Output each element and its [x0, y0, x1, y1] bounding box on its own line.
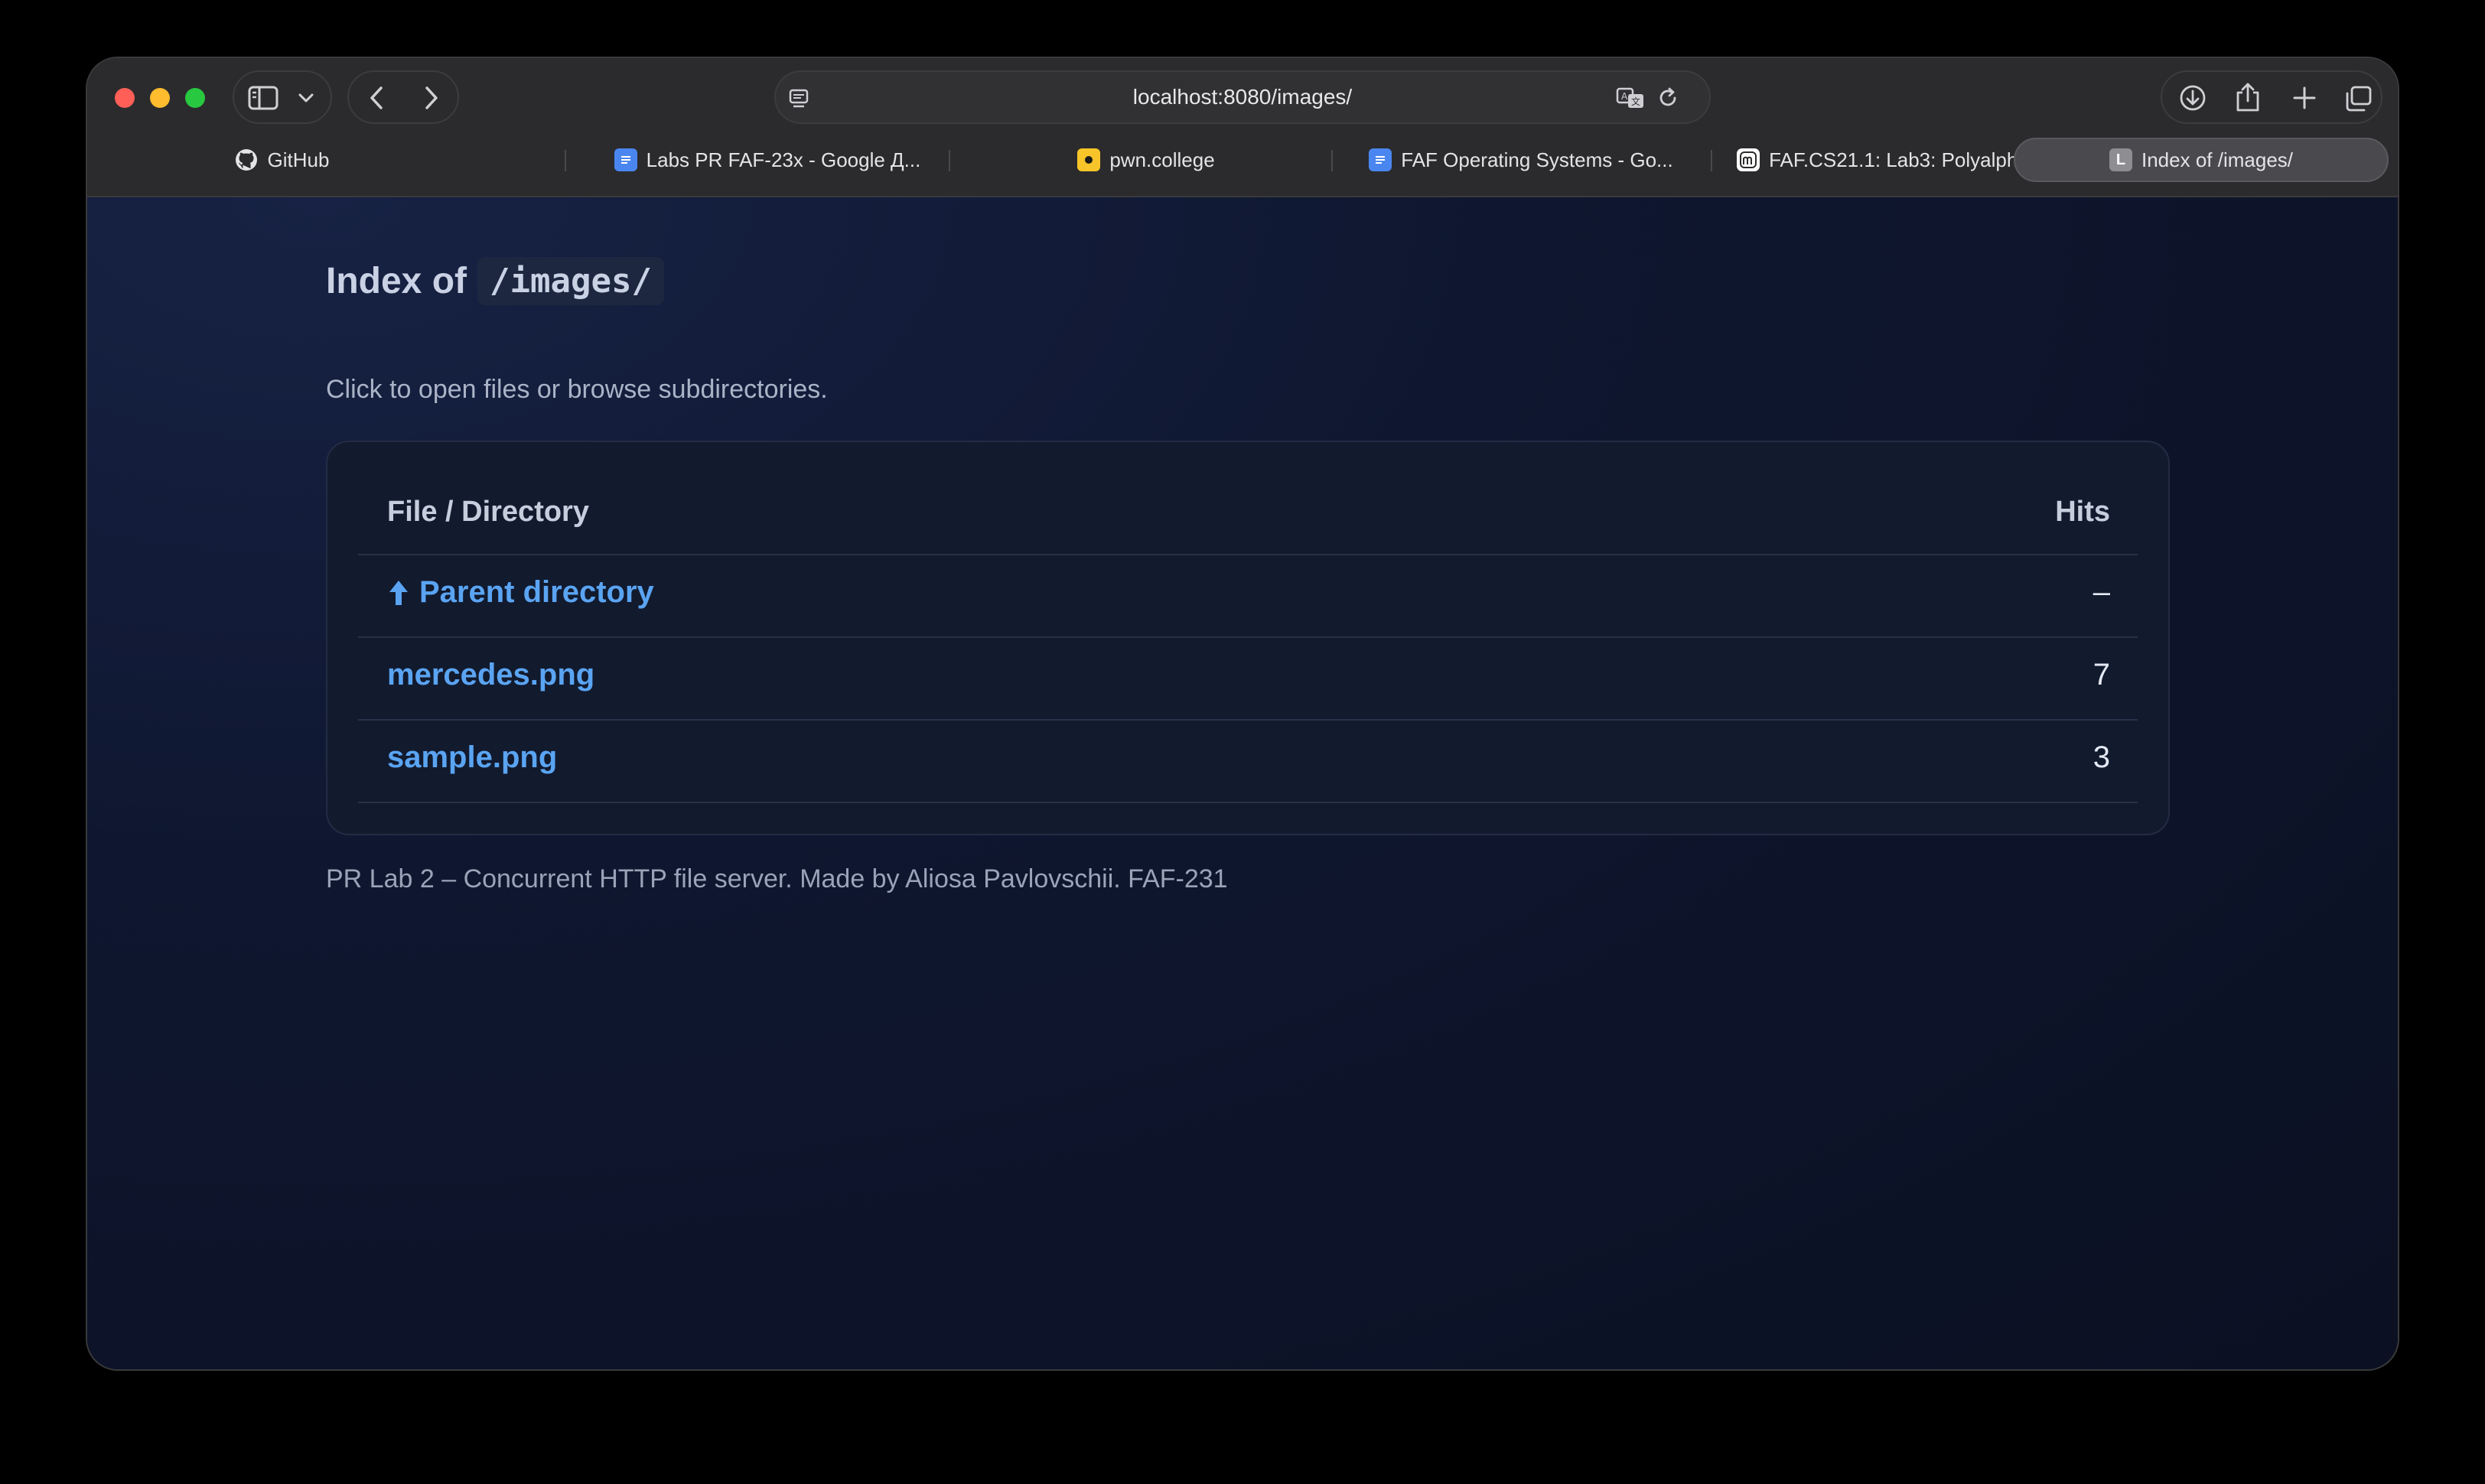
svg-text:A: A — [1621, 91, 1628, 102]
tab-separator — [565, 150, 566, 171]
page-footer: PR Lab 2 – Concurrent HTTP file server. … — [326, 864, 1228, 893]
google-docs-icon — [1369, 148, 1392, 171]
pwn-college-icon — [1077, 148, 1101, 171]
github-icon — [234, 148, 259, 172]
column-header-name: File / Directory — [387, 496, 589, 528]
address-bar[interactable]: localhost:8080/images/ A文 — [774, 70, 1711, 124]
share-icon[interactable] — [2234, 81, 2262, 113]
arrow-up-icon — [387, 578, 410, 607]
row-hits: 7 — [2093, 658, 2110, 692]
row-hits: – — [2093, 575, 2110, 609]
page-title-prefix: Index of — [326, 261, 467, 301]
tab-label: FAF Operating Systems - Go... — [1401, 148, 1673, 171]
row-name-text: Parent directory — [419, 575, 654, 609]
sidebar-icon[interactable] — [248, 84, 278, 112]
back-icon[interactable] — [366, 84, 389, 112]
sidebar-toggle-group — [233, 70, 332, 124]
tab-labs-pr[interactable]: Labs PR FAF-23x - Google Д... — [588, 138, 947, 182]
page-title-path: /images/ — [477, 257, 664, 305]
url-text[interactable]: localhost:8080/images/ — [776, 72, 1709, 122]
downloads-icon[interactable] — [2177, 83, 2208, 113]
tab-separator — [949, 150, 950, 171]
table-divider — [358, 802, 2138, 803]
tab-github[interactable]: GitHub — [98, 138, 465, 182]
tab-separator — [1711, 150, 1712, 171]
tab-index-of-images[interactable]: L Index of /images/ — [2014, 138, 2389, 182]
translate-icon[interactable]: A文 — [1616, 86, 1646, 110]
tab-label: Labs PR FAF-23x - Google Д... — [646, 148, 921, 171]
navigation-group — [347, 70, 459, 124]
google-docs-icon — [614, 148, 637, 171]
page-content: Index of /images/ Click to open files or… — [87, 197, 2398, 1369]
table-divider — [358, 719, 2138, 721]
letter-l-icon: L — [2109, 148, 2132, 171]
table-divider — [358, 554, 2138, 555]
close-window-button[interactable] — [115, 88, 135, 108]
reload-icon[interactable] — [1656, 86, 1680, 110]
forward-icon[interactable] — [419, 84, 442, 112]
chevron-down-icon[interactable] — [297, 90, 315, 106]
zoom-window-button[interactable] — [185, 88, 205, 108]
parent-directory-link[interactable]: Parent directory — [387, 575, 654, 610]
file-table: File / Directory Hits Parent directory –… — [326, 441, 2170, 835]
row-name-text: sample.png — [387, 740, 558, 774]
page-subtitle: Click to open files or browse subdirecto… — [326, 375, 828, 404]
tab-pwn-college[interactable]: pwn.college — [962, 138, 1330, 182]
row-hits: 3 — [2093, 740, 2110, 774]
minimize-window-button[interactable] — [150, 88, 170, 108]
file-link-sample[interactable]: sample.png — [387, 740, 557, 775]
tab-label: Index of /images/ — [2141, 148, 2293, 171]
file-link-mercedes[interactable]: mercedes.png — [387, 658, 594, 692]
moodle-icon — [1737, 148, 1760, 171]
tab-faf-operating-systems[interactable]: FAF Operating Systems - Go... — [1345, 138, 1697, 182]
new-tab-icon[interactable] — [2291, 84, 2318, 112]
row-name-text: mercedes.png — [387, 658, 595, 692]
table-divider — [358, 636, 2138, 638]
svg-text:文: 文 — [1631, 96, 1640, 107]
browser-toolbar: localhost:8080/images/ A文 GitHub Labs PR… — [87, 58, 2398, 197]
browser-window: localhost:8080/images/ A文 GitHub Labs PR… — [87, 58, 2398, 1369]
tab-bar: GitHub Labs PR FAF-23x - Google Д... pwn… — [98, 138, 2389, 182]
tab-label: GitHub — [267, 148, 330, 171]
tab-separator — [1331, 150, 1333, 171]
tab-label: pwn.college — [1109, 148, 1215, 171]
tab-overview-icon[interactable] — [2344, 84, 2373, 113]
column-header-hits: Hits — [2055, 496, 2110, 528]
page-title: Index of /images/ — [326, 257, 664, 305]
toolbar-actions-group — [2161, 70, 2382, 124]
